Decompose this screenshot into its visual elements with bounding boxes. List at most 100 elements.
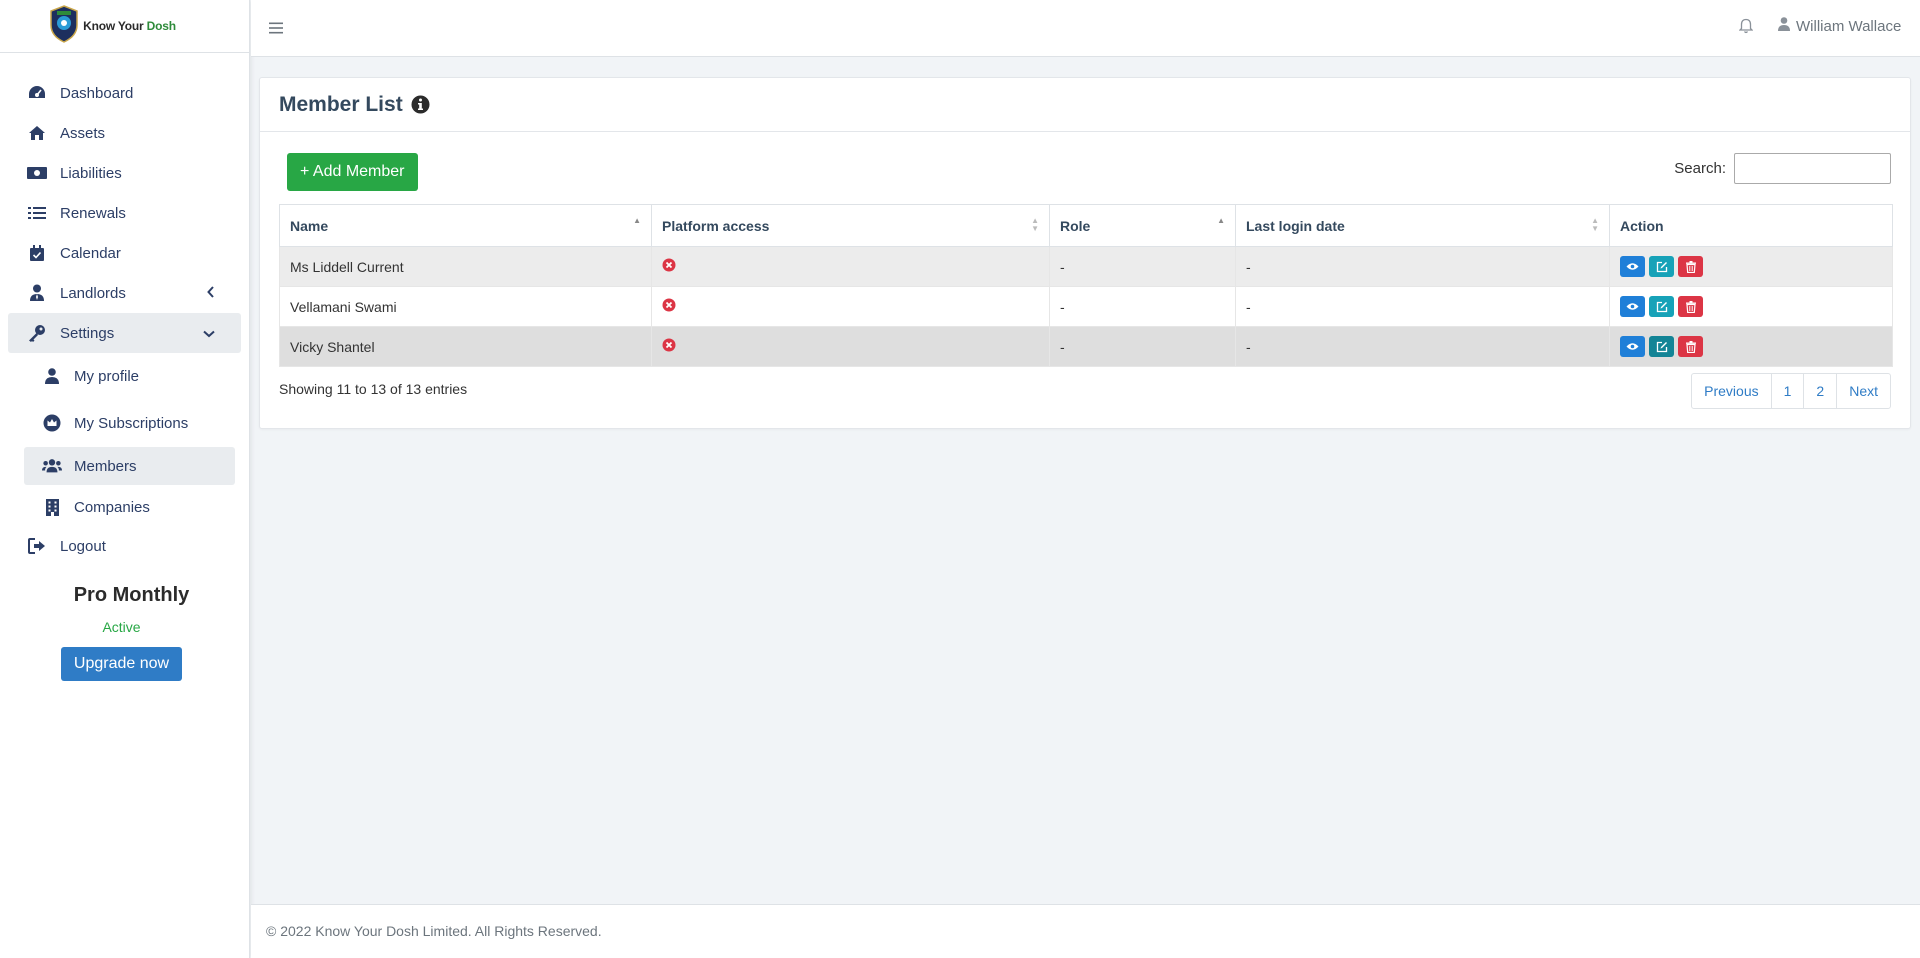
- sidebar-subitem-label: My profile: [74, 367, 140, 385]
- edit-button[interactable]: [1649, 296, 1674, 317]
- platform-access-cell: [651, 286, 1050, 327]
- sidebar-subitem-companies[interactable]: Companies: [24, 488, 235, 526]
- chevron-down-icon: [203, 325, 215, 342]
- platform-access-cell: [651, 326, 1050, 367]
- sidebar-subitem-members[interactable]: Members: [24, 447, 235, 485]
- sort-icon: ▲ ▼: [1031, 216, 1039, 233]
- add-member-button[interactable]: + Add Member: [287, 153, 418, 191]
- sidebar-subitem-my-profile[interactable]: My profile: [24, 357, 235, 395]
- last-login-cell: -: [1235, 326, 1610, 367]
- chevron-left-icon: [207, 285, 215, 302]
- table-header-row: Name ▲ Platform access ▲ ▼ Role ▲ Last lo…: [279, 204, 1893, 247]
- pagination-next[interactable]: Next: [1836, 374, 1890, 408]
- sidebar-item-label: Assets: [60, 124, 106, 142]
- delete-button[interactable]: [1678, 296, 1703, 317]
- sidebar-item-logout[interactable]: Logout: [8, 526, 241, 566]
- edit-icon: [1656, 261, 1667, 272]
- role-cell: -: [1049, 246, 1236, 287]
- search-area: Search:: [1674, 153, 1891, 184]
- copyright-text: © 2022 Know Your Dosh Limited. All Right…: [266, 923, 602, 939]
- action-cell: [1609, 286, 1893, 327]
- table-info: Showing 11 to 13 of 13 entries: [279, 381, 468, 397]
- home-icon: [26, 124, 48, 142]
- topbar: William Wallace: [251, 0, 1920, 57]
- search-input[interactable]: [1734, 153, 1891, 184]
- list-icon: [26, 204, 48, 222]
- user-tie-icon: [26, 284, 48, 302]
- pagination-previous[interactable]: Previous: [1692, 374, 1770, 408]
- delete-button[interactable]: [1678, 336, 1703, 357]
- sidebar-item-liabilities[interactable]: Liabilities: [8, 153, 241, 193]
- users-icon: [42, 457, 62, 475]
- view-button[interactable]: [1620, 256, 1645, 277]
- sidebar-item-landlords[interactable]: Landlords: [8, 273, 241, 313]
- column-header-platform-access[interactable]: Platform access ▲ ▼: [651, 204, 1050, 247]
- member-name: Vellamani Swami: [279, 286, 652, 327]
- action-cell: [1609, 246, 1893, 287]
- sidebar: Know Your Dosh Dashboard Assets Liabilit…: [0, 0, 250, 958]
- times-circle-icon: [662, 338, 676, 352]
- sidebar-item-settings[interactable]: Settings: [8, 313, 241, 353]
- delete-button[interactable]: [1678, 256, 1703, 277]
- footer: © 2022 Know Your Dosh Limited. All Right…: [251, 904, 1920, 958]
- edit-button[interactable]: [1649, 336, 1674, 357]
- sidebar-item-assets[interactable]: Assets: [8, 113, 241, 153]
- edit-icon: [1656, 341, 1667, 352]
- view-button[interactable]: [1620, 296, 1645, 317]
- last-login-cell: -: [1235, 286, 1610, 327]
- plan-status: Active: [102, 619, 141, 635]
- sidebar-subitem-label: My Subscriptions: [74, 414, 189, 432]
- role-cell: -: [1049, 286, 1236, 327]
- logout-icon: [26, 537, 48, 555]
- bell-icon[interactable]: [1738, 18, 1754, 39]
- column-header-role[interactable]: Role ▲: [1049, 204, 1236, 247]
- table-row: Ms Liddell Current - -: [279, 246, 1893, 287]
- upgrade-now-button[interactable]: Upgrade now: [60, 647, 183, 681]
- eye-icon: [1626, 263, 1639, 270]
- hamburger-menu-icon[interactable]: [269, 21, 283, 39]
- brand[interactable]: Know Your Dosh: [0, 0, 249, 53]
- card-header: Member List: [260, 78, 1910, 132]
- eye-icon: [1626, 343, 1639, 350]
- sort-icon: ▲: [633, 216, 641, 225]
- table-row: Vicky Shantel - -: [279, 326, 1893, 367]
- gauge-icon: [26, 84, 48, 102]
- pagination-page-2[interactable]: 2: [1803, 374, 1836, 408]
- logo-shield-icon: [49, 4, 79, 48]
- sidebar-item-label: Dashboard: [60, 84, 134, 102]
- sidebar-subitem-my-subscriptions[interactable]: My Subscriptions: [24, 404, 235, 442]
- edit-button[interactable]: [1649, 256, 1674, 277]
- sidebar-subitem-label: Members: [74, 457, 137, 475]
- sidebar-subitem-label: Companies: [74, 498, 150, 516]
- times-circle-icon: [662, 258, 676, 272]
- action-cell: [1609, 326, 1893, 367]
- times-circle-icon: [662, 298, 676, 312]
- crown-icon: [42, 414, 62, 432]
- member-name: Ms Liddell Current: [279, 246, 652, 287]
- column-header-action: Action: [1609, 204, 1893, 247]
- platform-access-cell: [651, 246, 1050, 287]
- sidebar-item-dashboard[interactable]: Dashboard: [8, 73, 241, 113]
- sidebar-nav: Dashboard Assets Liabilities Renewals Ca…: [0, 53, 249, 566]
- trash-icon: [1685, 260, 1696, 273]
- sidebar-item-calendar[interactable]: Calendar: [8, 233, 241, 273]
- info-circle-icon[interactable]: [411, 95, 430, 114]
- building-icon: [42, 498, 62, 516]
- page-title: Member List: [279, 92, 403, 116]
- column-header-name[interactable]: Name ▲: [279, 204, 652, 247]
- sort-icon: ▲ ▼: [1591, 216, 1599, 233]
- pagination-page-1[interactable]: 1: [1770, 374, 1804, 408]
- user-icon: [1778, 17, 1790, 35]
- table-row: Vellamani Swami - -: [279, 286, 1893, 327]
- sort-icon: ▲: [1217, 216, 1225, 225]
- brand-name: Know Your Dosh: [83, 19, 176, 33]
- eye-icon: [1626, 303, 1639, 310]
- sidebar-item-renewals[interactable]: Renewals: [8, 193, 241, 233]
- user-menu[interactable]: William Wallace: [1778, 17, 1901, 35]
- trash-icon: [1685, 340, 1696, 353]
- column-header-last-login-date[interactable]: Last login date ▲ ▼: [1235, 204, 1610, 247]
- view-button[interactable]: [1620, 336, 1645, 357]
- key-icon: [26, 324, 48, 342]
- sidebar-item-label: Landlords: [60, 284, 126, 302]
- last-login-cell: -: [1235, 246, 1610, 287]
